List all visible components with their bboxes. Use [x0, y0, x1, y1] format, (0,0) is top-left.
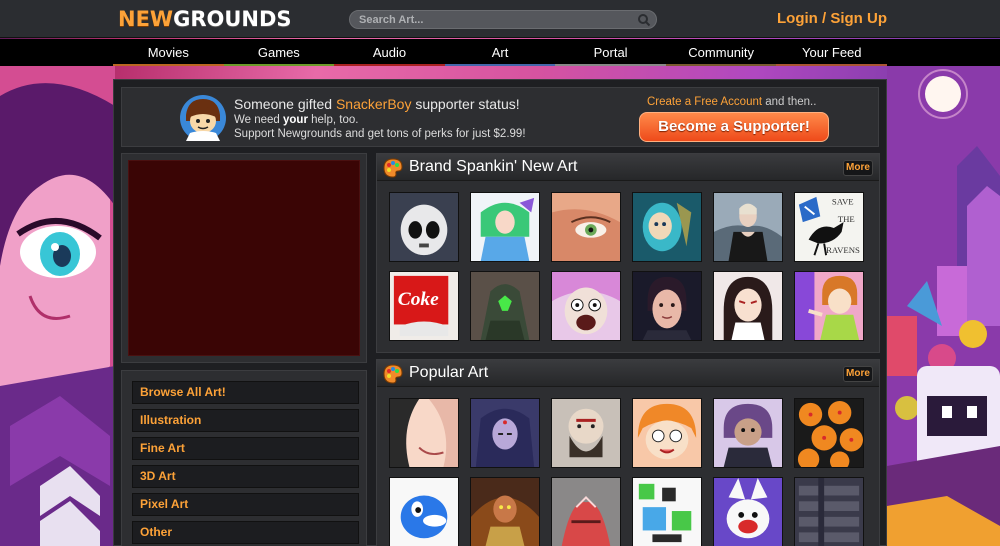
search-box[interactable] [349, 10, 657, 29]
popular-art-title: Popular Art [409, 364, 489, 381]
art-thumbnail[interactable] [470, 477, 540, 546]
art-thumbnail[interactable] [389, 192, 459, 262]
category-panel: Browse All Art! Illustration Fine Art 3D… [121, 370, 367, 546]
art-thumbnail[interactable] [713, 477, 783, 546]
art-thumbnail[interactable] [794, 271, 864, 341]
art-thumbnail[interactable] [713, 192, 783, 262]
background-art-right [887, 66, 1000, 546]
art-thumbnail[interactable]: Coke [389, 271, 459, 341]
new-art-more-button[interactable]: More [843, 160, 873, 176]
category-browse-all[interactable]: Browse All Art! [132, 381, 359, 404]
new-art-header: Brand Spankin' New Art More [377, 154, 879, 181]
category-other[interactable]: Other [132, 521, 359, 544]
art-thumbnail[interactable] [470, 271, 540, 341]
art-thumbnail[interactable] [389, 477, 459, 546]
popular-art-section: Popular Art More [376, 359, 880, 546]
popular-art-more-button[interactable]: More [843, 366, 873, 382]
art-thumbnail[interactable] [632, 271, 702, 341]
login-signup-link[interactable]: Login / Sign Up [777, 10, 887, 27]
art-thumbnail[interactable] [632, 398, 702, 468]
main-nav: Movies Games Audio Art Portal Community … [0, 39, 1000, 66]
nav-audio[interactable]: Audio [334, 39, 445, 66]
search-input[interactable] [359, 12, 629, 27]
art-thumbnail[interactable] [713, 398, 783, 468]
popular-art-header: Popular Art More [377, 360, 879, 387]
coke-text: Coke [398, 289, 439, 310]
logo-text-grounds: GROUNDS [173, 7, 292, 31]
art-thumbnail[interactable] [551, 192, 621, 262]
category-pixel-art[interactable]: Pixel Art [132, 493, 359, 516]
art-thumbnail[interactable] [632, 477, 702, 546]
art-thumbnail[interactable] [794, 477, 864, 546]
category-fine-art[interactable]: Fine Art [132, 437, 359, 460]
art-thumbnail[interactable] [551, 398, 621, 468]
help-text-bold: your [283, 114, 308, 126]
nav-your-feed[interactable]: Your Feed [776, 39, 887, 66]
nav-community[interactable]: Community [665, 39, 777, 66]
nav-portal[interactable]: Portal [555, 39, 666, 66]
help-text-post: help, too. [307, 114, 359, 126]
new-art-section: Brand Spankin' New Art More SAVE THE RAVEN… [376, 153, 880, 353]
gift-text-post: supporter status! [411, 96, 520, 112]
gifted-username-link[interactable]: SnackerBoy [336, 96, 411, 112]
art-thumbnail[interactable] [470, 398, 540, 468]
perks-message: Support Newgrounds and get tons of perks… [234, 128, 526, 140]
user-avatar [180, 95, 226, 141]
art-thumbnail[interactable] [551, 271, 621, 341]
category-illustration[interactable]: Illustration [132, 409, 359, 432]
category-3d-art[interactable]: 3D Art [132, 465, 359, 488]
new-art-title: Brand Spankin' New Art [409, 158, 578, 175]
and-then-text: and then.. [762, 96, 817, 108]
become-supporter-button[interactable]: Become a Supporter! [639, 112, 829, 142]
supporter-banner: Someone gifted SnackerBoy supporter stat… [121, 87, 879, 147]
create-account-line: Create a Free Account and then.. [647, 96, 816, 108]
logo-text-new: NEW [118, 7, 174, 31]
art-thumbnail[interactable] [632, 192, 702, 262]
ad-placeholder[interactable] [128, 160, 360, 356]
palette-icon [383, 158, 403, 178]
main-container: Someone gifted SnackerBoy supporter stat… [113, 79, 887, 546]
ravens-text-1: SAVE [832, 197, 854, 207]
help-message: We need your help, too. [234, 114, 358, 126]
art-thumbnail[interactable] [389, 398, 459, 468]
background-art-left [0, 66, 115, 546]
ad-panel [121, 153, 367, 363]
search-icon[interactable] [637, 13, 651, 27]
nav-movies[interactable]: Movies [113, 39, 224, 66]
art-thumbnail[interactable] [470, 192, 540, 262]
gift-text-pre: Someone gifted [234, 96, 336, 112]
top-bar: NEWGROUNDS Login / Sign Up [0, 0, 1000, 38]
palette-icon [383, 364, 403, 384]
art-thumbnail[interactable] [551, 477, 621, 546]
art-thumbnail[interactable] [713, 271, 783, 341]
ravens-text-2: THE [838, 214, 855, 224]
nav-art[interactable]: Art [444, 39, 556, 66]
ravens-text-3: RAVENS [826, 245, 860, 255]
gift-message: Someone gifted SnackerBoy supporter stat… [234, 96, 520, 112]
nav-games[interactable]: Games [223, 39, 335, 66]
art-thumbnail[interactable]: SAVE THE RAVENS [794, 192, 864, 262]
newgrounds-logo[interactable]: NEWGROUNDS [118, 7, 292, 31]
help-text-pre: We need [234, 114, 284, 126]
art-thumbnail[interactable] [794, 398, 864, 468]
create-account-link[interactable]: Create a Free Account [647, 96, 762, 108]
